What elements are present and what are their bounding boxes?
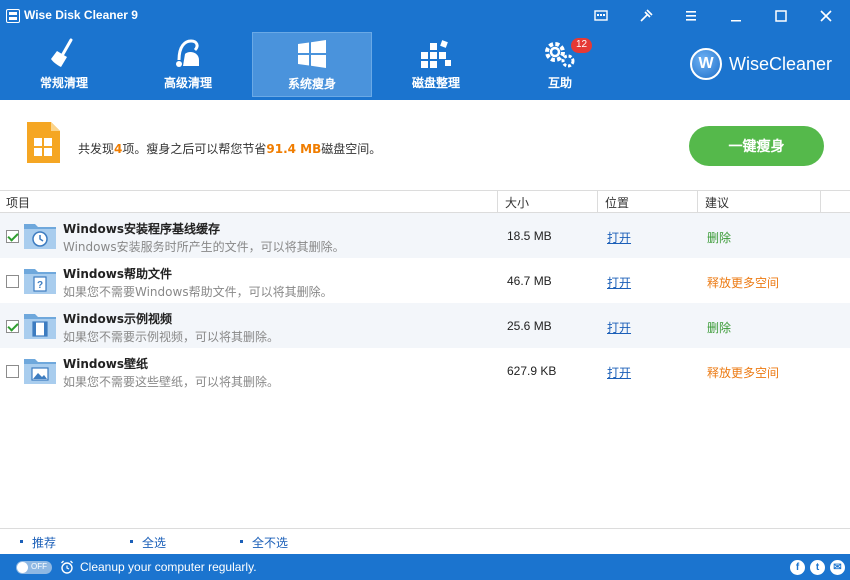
- svg-text:?: ?: [37, 280, 43, 291]
- status-text: Cleanup your computer regularly.: [80, 560, 257, 574]
- maximize-button[interactable]: [766, 4, 796, 28]
- skin-button[interactable]: [631, 4, 661, 28]
- toggle-knob: [17, 562, 28, 573]
- minimize-icon: [731, 20, 741, 22]
- broom-icon: [51, 38, 73, 67]
- select-all-link[interactable]: 全选: [142, 534, 166, 551]
- open-link[interactable]: 打开: [607, 274, 631, 291]
- brand-name: WiseCleaner: [729, 53, 833, 74]
- message-icon: [594, 10, 608, 21]
- selection-actions: 推荐 全选 全不选: [0, 528, 850, 554]
- item-title: Windows示例视频: [63, 312, 172, 326]
- email-icon[interactable]: ✉: [830, 560, 845, 575]
- tab-system-slim[interactable]: 系统瘦身: [252, 32, 372, 97]
- table-row[interactable]: Windows安装程序基线缓存 Windows安装服务时所产生的文件，可以将其删…: [0, 213, 850, 258]
- open-link[interactable]: 打开: [607, 364, 631, 381]
- select-none-link[interactable]: 全不选: [252, 534, 288, 551]
- advice-label: 删除: [707, 321, 732, 335]
- tab-label: 常规清理: [39, 76, 88, 90]
- col-location[interactable]: 位置: [605, 194, 629, 211]
- minimize-button[interactable]: [721, 4, 751, 28]
- skin-icon: [640, 9, 653, 22]
- header: Wise Disk Cleaner 9 常规清理 高级清理 系统瘦身 磁盘整理 …: [0, 0, 850, 100]
- bullet-icon: [240, 540, 243, 543]
- item-desc: 如果您不需要Windows帮助文件，可以将其删除。: [63, 285, 333, 299]
- close-button[interactable]: [811, 4, 841, 28]
- app-logo-icon: [6, 9, 20, 23]
- tab-advanced-clean[interactable]: 高级清理: [128, 32, 248, 97]
- summary-panel: 共发现4项。瘦身之后可以帮您节省91.4 MB磁盘空间。 一键瘦身: [0, 100, 850, 190]
- recommend-link[interactable]: 推荐: [32, 534, 56, 551]
- menu-button[interactable]: [676, 4, 706, 28]
- advice-label: 释放更多空间: [707, 366, 780, 380]
- toggle-label: OFF: [31, 562, 47, 571]
- bullet-icon: [20, 540, 23, 543]
- windows-icon: [298, 40, 326, 68]
- video-folder-icon: [24, 314, 56, 339]
- item-desc: 如果您不需要示例视频，可以将其删除。: [63, 330, 280, 344]
- clock-folder-icon: [24, 224, 56, 249]
- col-size[interactable]: 大小: [505, 194, 529, 211]
- row-checkbox[interactable]: [6, 230, 19, 243]
- defrag-icon: [421, 40, 451, 68]
- row-checkbox[interactable]: [6, 365, 19, 378]
- tab-label: 互助: [547, 76, 572, 90]
- close-icon: [820, 10, 832, 22]
- tab-disk-defrag[interactable]: 磁盘整理: [376, 32, 496, 97]
- tab-label: 高级清理: [163, 76, 212, 90]
- summary-text: 共发现4项。瘦身之后可以帮您节省91.4 MB磁盘空间。: [78, 142, 382, 156]
- tab-mutual-help[interactable]: 12 互助: [500, 32, 620, 97]
- facebook-icon[interactable]: f: [790, 560, 805, 575]
- maximize-icon: [775, 10, 787, 22]
- item-title: Windows帮助文件: [63, 267, 172, 281]
- row-checkbox[interactable]: [6, 275, 19, 288]
- bullet-icon: [130, 540, 133, 543]
- brand-logo[interactable]: W WiseCleaner: [690, 48, 832, 80]
- one-click-slim-button[interactable]: 一键瘦身: [689, 126, 824, 166]
- twitter-icon[interactable]: t: [810, 560, 825, 575]
- item-title: Windows壁纸: [63, 357, 148, 371]
- status-bar: OFF Cleanup your computer regularly. f t…: [0, 554, 850, 580]
- picture-folder-icon: [24, 359, 56, 384]
- table-header: 项目 大小 位置 建议: [0, 190, 850, 213]
- advice-label: 删除: [707, 231, 732, 245]
- tab-label: 磁盘整理: [411, 76, 460, 90]
- schedule-toggle[interactable]: OFF: [16, 561, 52, 574]
- advice-label: 释放更多空间: [707, 276, 780, 290]
- open-link[interactable]: 打开: [607, 319, 631, 336]
- item-desc: 如果您不需要这些壁纸，可以将其删除。: [63, 375, 280, 389]
- table-row[interactable]: Windows壁纸 如果您不需要这些壁纸，可以将其删除。 627.9 KB 打开…: [0, 348, 850, 393]
- windows-file-icon: [27, 122, 60, 163]
- item-list: Windows安装程序基线缓存 Windows安装服务时所产生的文件，可以将其删…: [0, 213, 850, 393]
- item-desc: Windows安装服务时所产生的文件，可以将其删除。: [63, 240, 345, 254]
- item-title: Windows安装程序基线缓存: [63, 222, 220, 236]
- col-advice[interactable]: 建议: [705, 194, 729, 211]
- col-item[interactable]: 项目: [6, 194, 30, 211]
- notification-badge: 12: [571, 38, 593, 53]
- open-link[interactable]: 打开: [607, 229, 631, 246]
- help-folder-icon: ?: [24, 269, 56, 294]
- tab-regular-clean[interactable]: 常规清理: [4, 32, 124, 97]
- title-bar[interactable]: Wise Disk Cleaner 9: [0, 0, 850, 32]
- tab-label: 系统瘦身: [287, 77, 336, 91]
- table-row[interactable]: Windows示例视频 如果您不需要示例视频，可以将其删除。 25.6 MB 打…: [0, 303, 850, 348]
- saved-size: 91.4 MB: [266, 142, 322, 156]
- row-checkbox[interactable]: [6, 320, 19, 333]
- app-title: Wise Disk Cleaner 9: [24, 8, 138, 22]
- item-size: 627.9 KB: [507, 364, 557, 378]
- item-size: 46.7 MB: [507, 274, 552, 288]
- item-size: 25.6 MB: [507, 319, 552, 333]
- item-size: 18.5 MB: [507, 229, 552, 243]
- alarm-clock-icon: [61, 560, 73, 574]
- brand-w-icon: W: [690, 48, 722, 80]
- message-button[interactable]: [586, 4, 616, 28]
- table-row[interactable]: ? Windows帮助文件 如果您不需要Windows帮助文件，可以将其删除。 …: [0, 258, 850, 303]
- menu-icon: [686, 11, 696, 21]
- vacuum-icon: [176, 39, 199, 67]
